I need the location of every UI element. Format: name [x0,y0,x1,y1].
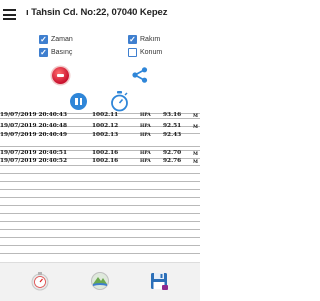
log-datetime: 19/07/2019 20:40:52 [0,158,68,164]
checkbox-konum-label: Konum [140,49,163,56]
log-list[interactable]: 19/07/2019 20:40:43 1002.11 HPA 93.16 M … [0,112,200,263]
pause-button[interactable] [70,93,87,110]
checkbox-zaman-label: Zaman [51,36,73,43]
record-stop-button[interactable] [52,67,69,84]
log-alt-unit: M [193,152,198,157]
log-row: 19/07/2019 20:40:52 1002.16 HPA 92.76 M [0,158,200,166]
log-datetime: 19/07/2019 20:40:48 [0,123,68,129]
log-pressure: 1002.16 [92,158,119,164]
log-pressure: 1002.13 [92,132,119,138]
log-unit: HPA [140,113,151,118]
log-pressure: 1002.12 [92,123,119,129]
log-unit: HPA [140,124,151,129]
log-pressure: 1002.11 [92,112,119,118]
log-row: 19/07/2019 20:40:48 1002.12 HPA 92.51 M [0,123,200,131]
log-altitude: 92.43 [163,132,182,138]
log-row: 19/07/2019 20:40:51 1002.16 HPA 92.70 M [0,150,200,158]
share-icon[interactable] [131,66,149,84]
barometer-gauge-icon[interactable] [30,271,50,291]
log-alt-unit: M [193,125,198,130]
checkbox-zaman[interactable]: ✓ Zaman [39,34,73,45]
log-altitude: 93.16 [163,112,182,118]
save-icon[interactable] [149,271,169,291]
log-datetime: 19/07/2019 20:40:49 [0,132,68,138]
log-alt-unit: M [193,114,198,119]
pause-icon [75,98,78,105]
log-datetime: 19/07/2019 20:40:43 [0,112,68,118]
check-icon: ✓ [39,35,48,44]
log-altitude: 92.51 [163,123,182,129]
log-altitude: 92.76 [163,158,182,164]
check-icon: ✓ [128,35,137,44]
stopwatch-icon[interactable] [109,90,130,112]
log-unit: HPA [140,133,151,138]
log-unit: HPA [140,151,151,156]
checkbox-rakim-label: Rakım [140,36,161,43]
altitude-map-icon[interactable] [90,271,110,291]
log-altitude: 92.70 [163,150,182,156]
checkbox-basinc-label: Basınç [51,49,73,56]
checkbox-basinc[interactable]: ✓ Basınç [39,47,72,58]
bottom-nav [0,262,200,301]
address-text: ı Tahsin Cd. No:22, 07040 Kepez [26,7,168,18]
log-unit: HPA [140,159,151,164]
log-pressure: 1002.16 [92,150,119,156]
log-row: 19/07/2019 20:40:43 1002.11 HPA 93.16 M [0,112,200,120]
checkbox-rakim[interactable]: ✓ Rakım [128,34,160,45]
record-stop-icon [57,74,64,77]
check-icon: ✓ [39,48,48,57]
unchecked-box-icon [128,48,137,57]
top-bar: ı Tahsin Cd. No:22, 07040 Kepez [0,0,200,30]
log-datetime: 19/07/2019 20:40:51 [0,150,68,156]
log-row: 19/07/2019 20:40:49 1002.13 HPA 92.43 [0,132,200,140]
checkbox-konum[interactable]: Konum [128,47,162,58]
hamburger-menu-icon[interactable] [3,9,16,20]
log-alt-unit: M [193,160,198,165]
